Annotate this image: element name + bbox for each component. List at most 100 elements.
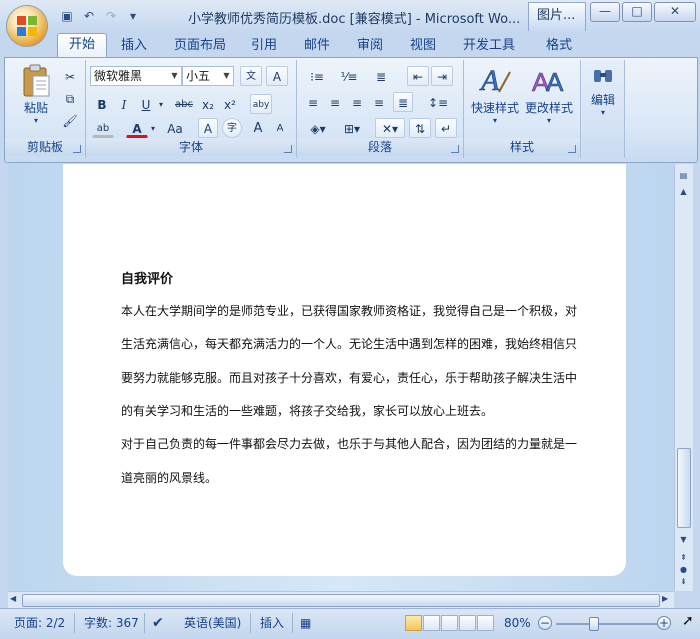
- tab-references[interactable]: 引用: [251, 35, 277, 57]
- draft-view-icon[interactable]: [477, 615, 494, 631]
- tab-insert[interactable]: 插入: [121, 35, 147, 57]
- copy-icon[interactable]: ⧉: [60, 88, 80, 108]
- font-name-dropdown-icon[interactable]: ▼: [168, 67, 181, 85]
- change-styles-button[interactable]: A A 更改样式 ▾: [522, 64, 576, 125]
- tab-format[interactable]: 格式: [546, 35, 572, 57]
- outline-view-icon[interactable]: [459, 615, 476, 631]
- next-page-icon[interactable]: ⇟: [677, 576, 690, 588]
- tab-home[interactable]: 开始: [57, 33, 108, 58]
- align-right-icon[interactable]: ≡: [347, 92, 367, 112]
- tab-view[interactable]: 视图: [410, 35, 436, 57]
- superscript-button[interactable]: x²: [220, 94, 240, 114]
- customize-qat-icon[interactable]: ▾: [124, 8, 142, 24]
- scroll-left-icon[interactable]: ◀: [10, 594, 16, 603]
- shading-icon[interactable]: ◈▾: [303, 118, 333, 138]
- align-center-icon[interactable]: ≡: [325, 92, 345, 112]
- word-count[interactable]: 字数: 367: [84, 613, 139, 633]
- redo-icon[interactable]: ↷: [102, 8, 120, 24]
- increase-indent-icon[interactable]: ⇥: [431, 66, 453, 86]
- chinese-layout-icon[interactable]: ✕▾: [375, 118, 405, 138]
- change-case-icon[interactable]: Aa: [162, 118, 188, 138]
- tab-page-layout[interactable]: 页面布局: [174, 35, 226, 57]
- enclose-characters-icon[interactable]: 字: [222, 118, 242, 138]
- font-size-dropdown-icon[interactable]: ▼: [220, 67, 233, 85]
- tab-mailings[interactable]: 邮件: [304, 35, 330, 57]
- ruler-toggle-icon[interactable]: ▤: [677, 170, 690, 182]
- editing-dropdown-icon[interactable]: ▾: [584, 108, 622, 117]
- underline-dropdown-icon[interactable]: ▾: [156, 94, 166, 114]
- bullets-icon[interactable]: ⁝≡: [303, 66, 331, 86]
- picture-tools-tab[interactable]: 图片...: [528, 2, 586, 31]
- paragraph-launcher-icon[interactable]: [451, 145, 459, 153]
- page-indicator[interactable]: 页面: 2/2: [14, 613, 65, 633]
- print-layout-view-icon[interactable]: [405, 615, 422, 631]
- tab-developer[interactable]: 开发工具: [463, 35, 515, 57]
- clipboard-launcher-icon[interactable]: [73, 145, 81, 153]
- editing-button[interactable]: 编辑 ▾: [584, 64, 622, 117]
- format-painter-icon[interactable]: 🖌: [60, 110, 80, 130]
- change-styles-dropdown-icon[interactable]: ▾: [522, 116, 576, 125]
- cut-icon[interactable]: ✂: [60, 66, 80, 86]
- document-page[interactable]: 自我评价 本人在大学期间学的是师范专业，已获得国家教师资格证，我觉得自己是一个积…: [63, 164, 626, 576]
- grow-font-icon[interactable]: A: [248, 118, 268, 138]
- bold-button[interactable]: B: [92, 94, 112, 114]
- undo-icon[interactable]: ↶: [80, 8, 98, 24]
- font-color-icon[interactable]: A: [126, 118, 148, 138]
- scroll-up-icon[interactable]: ▲: [677, 186, 690, 198]
- paste-button[interactable]: 粘贴 ▾: [15, 64, 57, 125]
- quick-styles-button[interactable]: A 快速样式 ▾: [468, 64, 522, 125]
- show-marks-icon[interactable]: ↵: [435, 118, 457, 138]
- decrease-indent-icon[interactable]: ⇤: [407, 66, 429, 86]
- shrink-font-icon[interactable]: A: [270, 118, 290, 138]
- font-launcher-icon[interactable]: [284, 145, 292, 153]
- full-screen-reading-view-icon[interactable]: [423, 615, 440, 631]
- close-button[interactable]: ✕: [654, 2, 696, 22]
- previous-page-icon[interactable]: ⇞: [677, 552, 690, 564]
- paste-dropdown-icon[interactable]: ▾: [15, 116, 57, 125]
- sort-icon[interactable]: ⇅: [409, 118, 431, 138]
- font-color-dropdown-icon[interactable]: ▾: [148, 118, 158, 138]
- italic-button[interactable]: I: [114, 94, 134, 114]
- justify-icon[interactable]: ≡: [369, 92, 389, 112]
- office-button[interactable]: [7, 6, 47, 46]
- tab-review[interactable]: 审阅: [357, 35, 383, 57]
- document-area[interactable]: 自我评价 本人在大学期间学的是师范专业，已获得国家教师资格证，我觉得自己是一个积…: [8, 164, 674, 591]
- vertical-scroll-thumb[interactable]: [677, 448, 691, 528]
- numbering-icon[interactable]: ⅟≡: [335, 66, 363, 86]
- save-icon[interactable]: ▣: [58, 8, 76, 24]
- macro-record-icon[interactable]: ▦: [300, 613, 311, 633]
- insert-mode-indicator[interactable]: 插入: [260, 613, 284, 633]
- borders-icon[interactable]: ⊞▾: [337, 118, 367, 138]
- quick-styles-dropdown-icon[interactable]: ▾: [468, 116, 522, 125]
- web-layout-view-icon[interactable]: [441, 615, 458, 631]
- zoom-level[interactable]: 80%: [504, 613, 531, 633]
- subscript-button[interactable]: x₂: [198, 94, 218, 114]
- scroll-down-icon[interactable]: ▼: [677, 534, 690, 546]
- zoom-slider-knob[interactable]: [589, 617, 599, 631]
- line-spacing-icon[interactable]: ↕≡: [423, 92, 453, 112]
- horizontal-scrollbar[interactable]: ◀ ▶: [8, 591, 674, 608]
- font-size-combo[interactable]: 小五 ▼: [182, 66, 234, 86]
- strikethrough-button[interactable]: abc: [172, 94, 196, 114]
- language-indicator[interactable]: 英语(美国): [184, 613, 241, 633]
- zoom-out-button[interactable]: −: [538, 616, 552, 630]
- clear-formatting-icon[interactable]: aby: [250, 94, 272, 114]
- minimize-button[interactable]: —: [590, 2, 620, 22]
- proofing-icon[interactable]: ✔: [152, 613, 164, 633]
- character-border-icon[interactable]: A: [266, 66, 288, 86]
- align-left-icon[interactable]: ≡: [303, 92, 323, 112]
- font-name-combo[interactable]: 微软雅黑 ▼: [90, 66, 182, 86]
- zoom-slider-track[interactable]: [556, 623, 659, 625]
- styles-launcher-icon[interactable]: [568, 145, 576, 153]
- character-shading-icon[interactable]: A: [198, 118, 218, 138]
- zoom-in-button[interactable]: +: [657, 616, 671, 630]
- maximize-button[interactable]: □: [622, 2, 652, 22]
- horizontal-scroll-thumb[interactable]: [22, 594, 660, 607]
- underline-button[interactable]: U: [136, 94, 156, 114]
- vertical-scrollbar[interactable]: ▤ ▲ ▼ ⇞ ● ⇟: [674, 164, 693, 591]
- phonetic-guide-icon[interactable]: 文: [240, 66, 262, 86]
- scroll-right-icon[interactable]: ▶: [662, 594, 668, 603]
- distributed-icon[interactable]: ≣: [393, 92, 413, 112]
- select-browse-object-icon[interactable]: ●: [677, 564, 690, 576]
- multilevel-list-icon[interactable]: ≣: [367, 66, 395, 86]
